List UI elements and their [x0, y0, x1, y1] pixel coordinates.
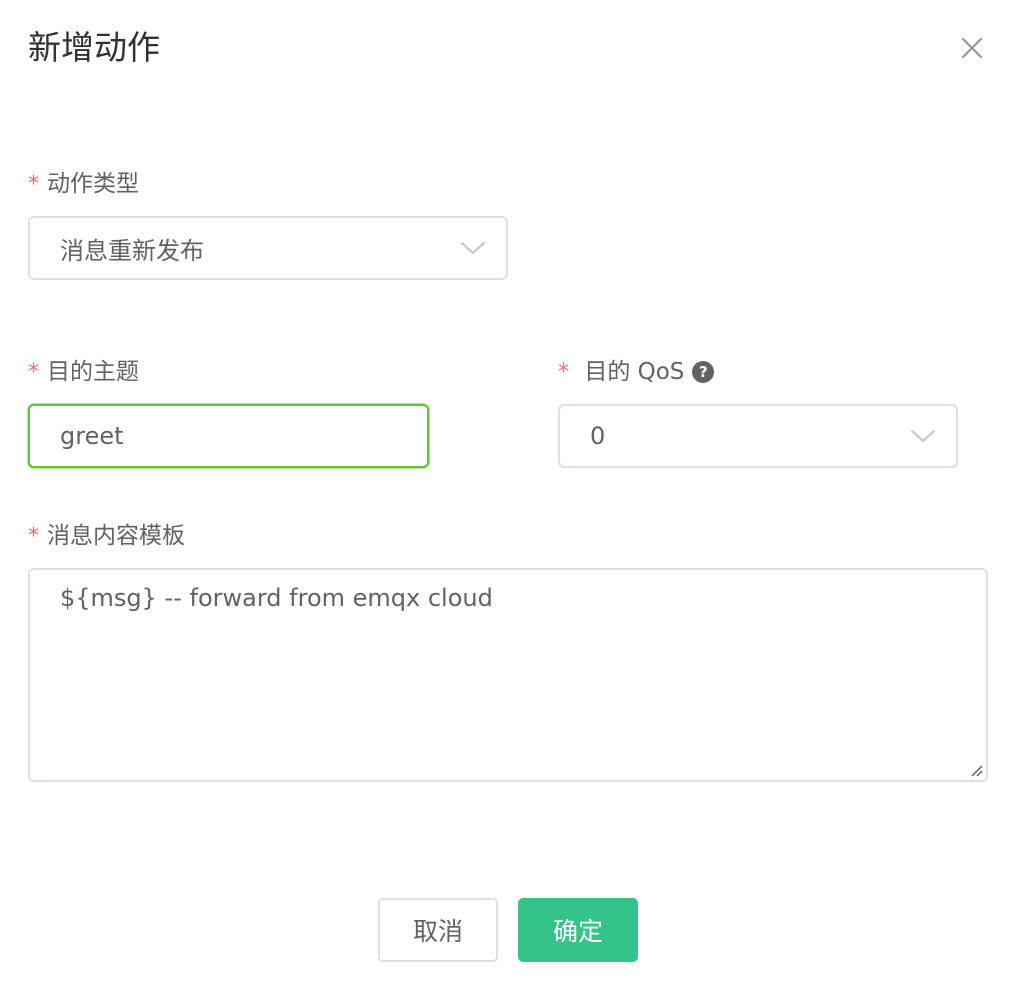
action-type-value: 消息重新发布	[60, 236, 204, 265]
required-mark: *	[558, 360, 569, 385]
resize-handle-icon[interactable]	[969, 763, 983, 777]
target-qos-label-text: 目的 QoS	[584, 359, 685, 385]
dialog-title: 新增动作	[28, 28, 160, 67]
question-circle-icon[interactable]: ?	[692, 361, 715, 383]
action-type-label: * 动作类型	[28, 169, 139, 200]
target-qos-select[interactable]: 0	[558, 404, 958, 468]
target-topic-label: * 目的主题	[28, 357, 139, 388]
chevron-down-icon	[460, 240, 486, 256]
chevron-down-icon	[910, 428, 936, 444]
add-action-dialog: 新增动作 * 动作类型 消息重新发布 * 目的主题 greet * 目的 QoS? …	[0, 0, 1018, 990]
payload-template-value: ${msg} -- forward from emqx cloud	[60, 584, 493, 612]
target-qos-value: 0	[590, 422, 606, 450]
confirm-button[interactable]: 确定	[518, 898, 638, 962]
payload-template-label-text: 消息内容模板	[47, 523, 185, 549]
payload-template-label: * 消息内容模板	[28, 521, 185, 552]
cancel-button[interactable]: 取消	[378, 898, 498, 962]
required-mark: *	[28, 360, 39, 385]
close-icon[interactable]	[958, 34, 986, 62]
target-topic-value: greet	[60, 422, 124, 450]
target-qos-label: * 目的 QoS?	[558, 357, 715, 388]
payload-template-textarea[interactable]: ${msg} -- forward from emqx cloud	[28, 568, 988, 782]
required-mark: *	[28, 524, 39, 549]
target-topic-label-text: 目的主题	[47, 359, 139, 385]
required-mark: *	[28, 172, 39, 197]
target-topic-input[interactable]: greet	[28, 404, 429, 468]
action-type-label-text: 动作类型	[47, 171, 139, 197]
action-type-select[interactable]: 消息重新发布	[28, 216, 508, 280]
